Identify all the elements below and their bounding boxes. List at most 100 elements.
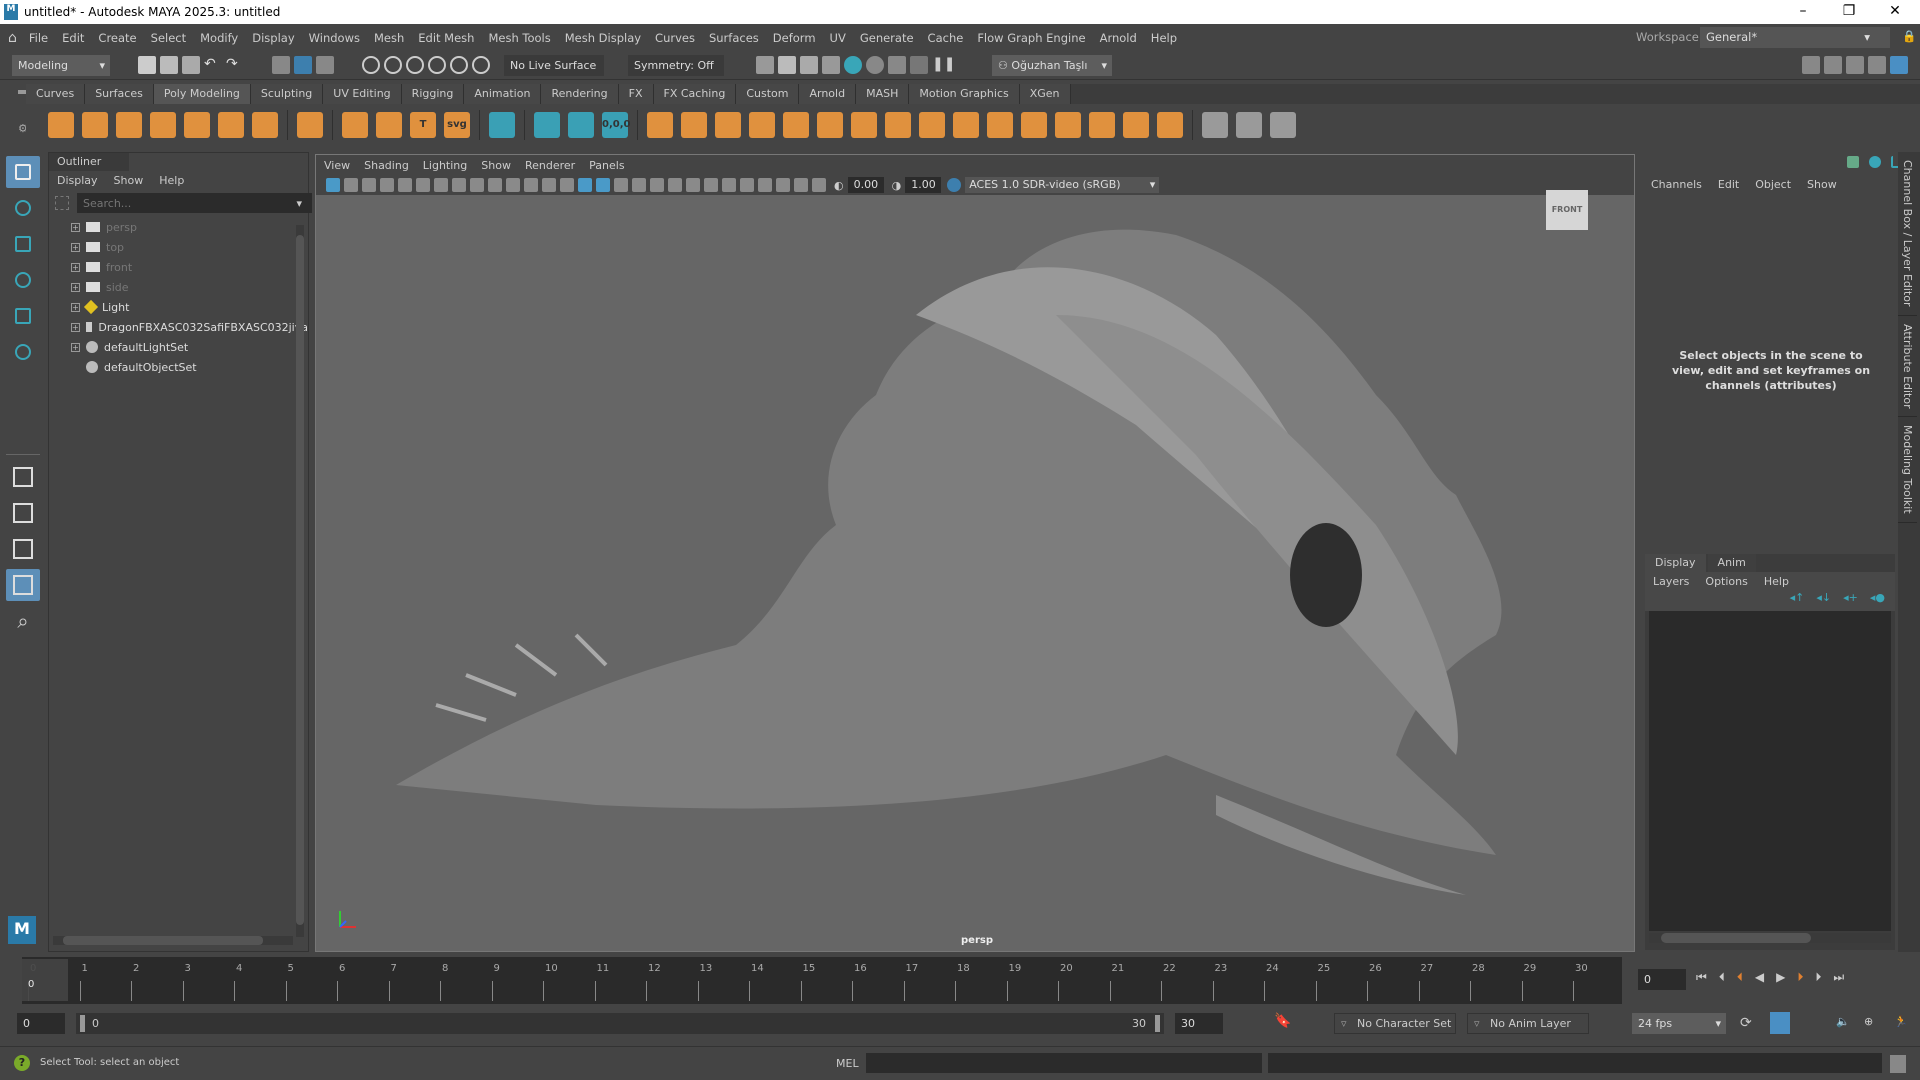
color-management-toggle[interactable] <box>947 178 962 192</box>
select-hierarchy-icon[interactable] <box>272 56 290 74</box>
poly-cube-icon[interactable] <box>82 112 108 138</box>
step-back-frame-icon[interactable]: ⏴ <box>1719 970 1725 985</box>
render-sequence-icon[interactable] <box>888 56 906 74</box>
scale-tool-icon[interactable] <box>6 336 40 368</box>
outliner-item[interactable]: defaultObjectSet <box>49 357 308 377</box>
step-back-key-icon[interactable]: ⏴ <box>1737 970 1743 985</box>
side-tab-channel-box-layer-editor[interactable]: Channel Box / Layer Editor <box>1898 152 1917 316</box>
render-frame-icon[interactable] <box>778 56 796 74</box>
open-scene-icon[interactable] <box>160 56 178 74</box>
loop-icon[interactable]: ⟳ <box>1740 1015 1752 1031</box>
render-view-icon[interactable] <box>756 56 774 74</box>
side-tab-modeling-toolkit[interactable]: Modeling Toolkit <box>1898 417 1917 523</box>
wireframe-on-shaded-icon[interactable] <box>596 178 610 192</box>
shelf-tab-sculpting[interactable]: Sculpting <box>250 84 324 104</box>
render-settings-icon[interactable] <box>822 56 840 74</box>
save-scene-icon[interactable] <box>182 56 200 74</box>
gate-mask-icon[interactable] <box>488 178 502 192</box>
outliner-vertical-scrollbar[interactable] <box>296 225 304 937</box>
snap-point-icon[interactable] <box>406 56 424 74</box>
snap-vertex-icon[interactable] <box>472 56 490 74</box>
four-pane-layout-icon[interactable] <box>6 497 40 529</box>
combine-icon[interactable] <box>647 112 673 138</box>
go-to-end-icon[interactable]: ⏭ <box>1833 970 1844 985</box>
tool-settings-icon[interactable] <box>1868 56 1886 74</box>
menu-arnold[interactable]: Arnold <box>1100 31 1137 45</box>
grease-pencil-icon[interactable] <box>416 178 430 192</box>
shelf-tab-fx[interactable]: FX <box>618 84 654 104</box>
mel-command-input[interactable] <box>866 1053 1262 1073</box>
offset-loop-icon[interactable] <box>1270 112 1296 138</box>
dragon-model[interactable] <box>316 195 1634 951</box>
range-end-handle[interactable] <box>1155 1015 1160 1032</box>
uv-editor-icon[interactable] <box>489 112 515 138</box>
subdivide-icon[interactable] <box>1123 112 1149 138</box>
shelf-tab-arnold[interactable]: Arnold <box>799 84 857 104</box>
user-account-dropdown[interactable]: ⚇ Oğuzhan Taşlı ▾ <box>992 54 1112 76</box>
manipulator-icon[interactable] <box>1847 156 1859 168</box>
script-editor-icon[interactable] <box>1890 1055 1906 1073</box>
move-layer-up-icon[interactable]: ◂↑ <box>1790 591 1805 611</box>
menu-generate[interactable]: Generate <box>860 31 914 45</box>
viewport-panel[interactable]: View Shading Lighting Show Renderer Panels ◐ … <box>315 154 1635 952</box>
xray-icon[interactable] <box>758 178 772 192</box>
shelf-tab-uv-editing[interactable]: UV Editing <box>323 84 402 104</box>
ipr-render-icon[interactable] <box>800 56 818 74</box>
new-scene-icon[interactable] <box>138 56 156 74</box>
select-tool-icon[interactable] <box>6 156 40 188</box>
snap-view-plane-icon[interactable] <box>428 56 446 74</box>
expand-icon[interactable]: + <box>71 302 80 312</box>
shelf-tab-xgen[interactable]: XGen <box>1019 84 1071 104</box>
time-slider[interactable]: 0123456789101112131415161718192021222324… <box>22 957 1622 1004</box>
side-tab-attribute-editor[interactable]: Attribute Editor <box>1898 316 1917 418</box>
layer-list[interactable] <box>1649 611 1891 931</box>
menu-windows[interactable]: Windows <box>309 31 360 45</box>
multi-cut-icon[interactable] <box>1055 112 1081 138</box>
menu-edit-mesh[interactable]: Edit Mesh <box>418 31 474 45</box>
menu-uv[interactable]: UV <box>830 31 846 45</box>
bookmarks-icon[interactable] <box>362 178 376 192</box>
poly-sphere-icon[interactable] <box>48 112 74 138</box>
current-time-marker[interactable]: 0 <box>22 959 68 1001</box>
layer-tab-display[interactable]: Display <box>1645 554 1706 572</box>
menu-curves[interactable]: Curves <box>655 31 695 45</box>
animation-preferences-icon[interactable]: ⊕ <box>1864 1015 1873 1028</box>
single-pane-layout-icon[interactable] <box>6 461 40 493</box>
cache-playback-icon[interactable] <box>1770 1012 1790 1034</box>
shelf-tab-surfaces[interactable]: Surfaces <box>85 84 154 104</box>
viewport-menu-show[interactable]: Show <box>481 159 511 172</box>
outliner-menu-show[interactable]: Show <box>114 174 144 188</box>
end-frame-field[interactable]: 30 <box>1175 1013 1223 1034</box>
super-shape-icon[interactable] <box>342 112 368 138</box>
view-cube[interactable]: FRONT <box>1546 190 1588 230</box>
wireframe-icon[interactable] <box>560 178 574 192</box>
smooth-icon[interactable] <box>715 112 741 138</box>
hypershade-icon[interactable] <box>844 56 862 74</box>
shelf-tab-poly-modeling[interactable]: Poly Modeling <box>153 84 251 104</box>
bookmark-icon[interactable]: 🔖 <box>1274 1013 1291 1029</box>
new-layer-selected-icon[interactable]: ◂● <box>1870 591 1885 611</box>
channel-box-menu-show[interactable]: Show <box>1807 178 1837 191</box>
append-icon[interactable] <box>953 112 979 138</box>
bevel-icon[interactable] <box>919 112 945 138</box>
menu-mesh-tools[interactable]: Mesh Tools <box>488 31 550 45</box>
speed-icon[interactable] <box>1869 156 1881 168</box>
outliner-item[interactable]: + persp <box>49 217 308 237</box>
2d-pan-zoom-icon[interactable] <box>398 178 412 192</box>
backface-icon[interactable] <box>812 178 826 192</box>
new-layer-icon[interactable]: ◂+ <box>1843 591 1858 611</box>
shelf-tab-mash[interactable]: MASH <box>856 84 910 104</box>
arnold-render-icon[interactable] <box>866 56 884 74</box>
snapshot-icon[interactable] <box>910 56 928 74</box>
menu-file[interactable]: File <box>29 31 48 45</box>
modeling-toolkit-icon[interactable] <box>1802 56 1820 74</box>
poly-cylinder-icon[interactable] <box>116 112 142 138</box>
sound-icon[interactable]: 🔈 <box>1836 1015 1850 1028</box>
start-frame-field[interactable]: 0 <box>17 1013 65 1034</box>
menu-edit[interactable]: Edit <box>62 31 84 45</box>
anti-aliasing-icon[interactable] <box>704 178 718 192</box>
shelf-tab-custom[interactable]: Custom <box>736 84 800 104</box>
auto-key-icon[interactable]: 🏃 <box>1894 1015 1908 1028</box>
bevel2-icon[interactable] <box>1089 112 1115 138</box>
undo-icon[interactable]: ↶ <box>204 56 222 74</box>
